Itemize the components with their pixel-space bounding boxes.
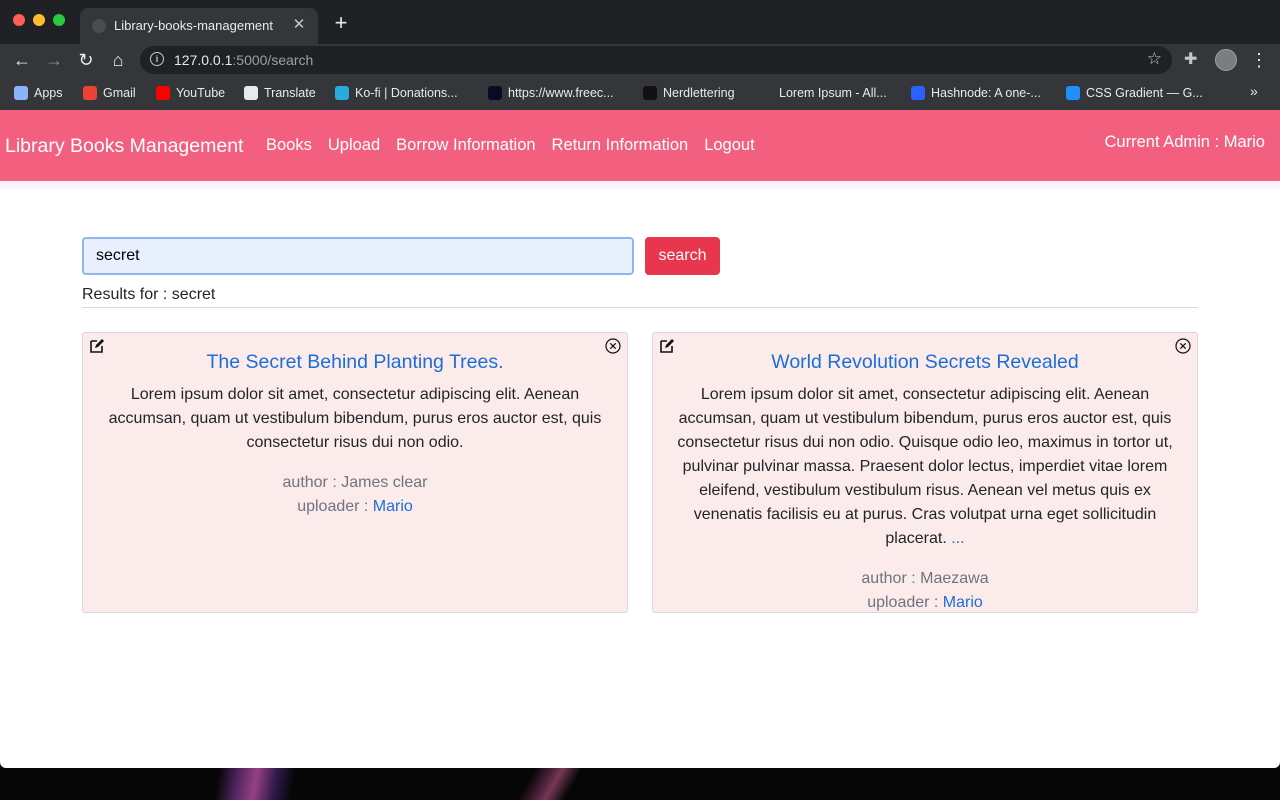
- brand-link[interactable]: Library Books Management: [5, 135, 243, 158]
- current-admin-label: Current Admin : Mario: [1104, 133, 1265, 151]
- bookmark-item[interactable]: Nerdlettering: [643, 84, 735, 102]
- url-text[interactable]: 127.0.0.1:5000/search: [174, 52, 313, 68]
- bookmark-item[interactable]: YouTube: [156, 84, 225, 102]
- uploader-link[interactable]: Mario: [373, 498, 413, 515]
- bookmark-item[interactable]: Translate: [244, 84, 316, 102]
- bookmark-item[interactable]: Hashnode: A one-...: [911, 84, 1041, 102]
- search-input[interactable]: [82, 237, 634, 275]
- book-meta: author : James clear uploader : Mario: [83, 471, 627, 519]
- bookmarks-overflow-icon[interactable]: »: [1250, 83, 1258, 99]
- maximize-window-button[interactable]: [53, 14, 65, 26]
- site-info-icon[interactable]: i: [150, 52, 164, 66]
- desktop-wallpaper: [0, 768, 1280, 800]
- hashnode-icon: [911, 86, 925, 100]
- url-host: 127.0.0.1: [174, 52, 233, 68]
- bookmark-item[interactable]: Gmail: [83, 84, 136, 102]
- edit-icon[interactable]: [659, 338, 675, 354]
- book-title-link[interactable]: World Revolution Secrets Revealed: [673, 350, 1177, 374]
- book-meta: author : Maezawa uploader : Mario: [653, 567, 1197, 615]
- navbar-divider: [0, 181, 1280, 189]
- book-description-text: Lorem ipsum dolor sit amet, consectetur …: [108, 386, 602, 451]
- gmail-icon: [83, 86, 97, 100]
- app-navbar: Library Books Management Books Upload Bo…: [0, 110, 1280, 181]
- url-path: :5000/search: [232, 52, 314, 68]
- close-window-button[interactable]: [13, 14, 25, 26]
- favicon-icon: [92, 19, 106, 33]
- translate-icon: [244, 86, 258, 100]
- minimize-window-button[interactable]: [33, 14, 45, 26]
- tab-close-icon[interactable]: ✕: [290, 16, 308, 34]
- more-menu-icon[interactable]: ⋮: [1250, 48, 1268, 72]
- bookmark-item[interactable]: Ko-fi | Donations...: [335, 84, 458, 102]
- forward-arrow-icon[interactable]: →: [42, 48, 66, 72]
- back-arrow-icon[interactable]: ←: [10, 48, 34, 72]
- kofi-icon: [335, 86, 349, 100]
- tab-title: Library-books-management: [114, 18, 273, 33]
- book-description-text: Lorem ipsum dolor sit amet, consectetur …: [677, 386, 1173, 547]
- apps-grid-icon: [14, 86, 28, 100]
- youtube-icon: [156, 86, 170, 100]
- nav-link-borrow-information[interactable]: Borrow Information: [396, 136, 535, 155]
- book-title-link[interactable]: The Secret Behind Planting Trees.: [103, 350, 607, 374]
- bookmark-item[interactable]: Lorem Ipsum - All...: [759, 84, 887, 102]
- lorem-ipsum-icon: [759, 86, 773, 100]
- nav-link-books[interactable]: Books: [266, 136, 312, 155]
- browser-window: Library-books-management ✕ + ← → ↻ ⌂ i 1…: [0, 0, 1280, 768]
- nav-link-upload[interactable]: Upload: [328, 136, 380, 155]
- profile-avatar[interactable]: [1215, 49, 1237, 71]
- browser-toolbar: ← → ↻ ⌂ i 127.0.0.1:5000/search ☆ ✚ ⋮: [0, 44, 1280, 76]
- uploader-prefix: uploader :: [867, 594, 943, 611]
- divider: [82, 307, 1198, 308]
- search-button[interactable]: search: [645, 237, 720, 275]
- read-more-link[interactable]: ...: [951, 530, 964, 547]
- book-author: author : Maezawa: [861, 570, 989, 587]
- new-tab-icon[interactable]: +: [330, 12, 352, 34]
- uploader-prefix: uploader :: [297, 498, 373, 515]
- tab-strip: Library-books-management ✕ +: [0, 0, 1280, 44]
- bookmark-item[interactable]: https://www.freec...: [488, 84, 614, 102]
- book-card: The Secret Behind Planting Trees. Lorem …: [82, 332, 628, 613]
- reload-icon[interactable]: ↻: [74, 48, 98, 72]
- bookmark-item[interactable]: CSS Gradient — G...: [1066, 84, 1203, 102]
- book-description: Lorem ipsum dolor sit amet, consectetur …: [101, 383, 609, 455]
- book-uploader: uploader : Mario: [653, 591, 1197, 615]
- results-label: Results for : secret: [82, 286, 216, 303]
- book-author: author : James clear: [282, 474, 428, 491]
- book-description: Lorem ipsum dolor sit amet, consectetur …: [671, 383, 1179, 551]
- address-bar[interactable]: i 127.0.0.1:5000/search ☆: [140, 46, 1172, 74]
- bookmark-item[interactable]: Apps: [14, 84, 63, 102]
- book-card: World Revolution Secrets Revealed Lorem …: [652, 332, 1198, 613]
- bookmarks-bar: Apps Gmail YouTube Translate Ko-fi | Don…: [0, 76, 1280, 111]
- bookmark-star-icon[interactable]: ☆: [1147, 49, 1162, 69]
- wallpaper-streak: [520, 768, 580, 800]
- css-gradient-icon: [1066, 86, 1080, 100]
- nav-links: Books Upload Borrow Information Return I…: [266, 136, 755, 155]
- edit-icon[interactable]: [89, 338, 105, 354]
- delete-circle-x-icon[interactable]: [1175, 338, 1191, 354]
- nav-link-return-information[interactable]: Return Information: [552, 136, 689, 155]
- uploader-link[interactable]: Mario: [943, 594, 983, 611]
- nav-link-logout[interactable]: Logout: [704, 136, 754, 155]
- nerdlettering-icon: [643, 86, 657, 100]
- extensions-puzzle-icon[interactable]: ✚: [1184, 49, 1197, 69]
- home-icon[interactable]: ⌂: [106, 48, 130, 72]
- freecodecamp-icon: [488, 86, 502, 100]
- book-uploader: uploader : Mario: [83, 495, 627, 519]
- wallpaper-streak: [210, 768, 300, 800]
- active-tab[interactable]: Library-books-management ✕: [80, 8, 318, 44]
- delete-circle-x-icon[interactable]: [605, 338, 621, 354]
